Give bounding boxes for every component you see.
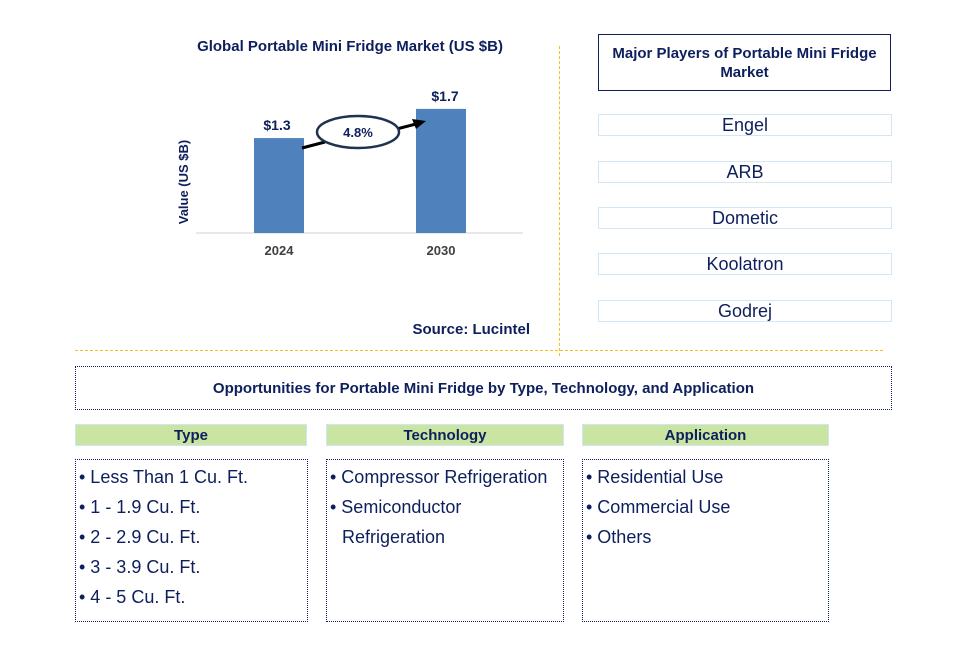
data-label: $1.3 (263, 117, 290, 133)
technology-header: Technology (326, 424, 564, 446)
x-tick-label: 2024 (265, 243, 295, 258)
player-item: Godrej (598, 300, 892, 322)
player-item: Dometic (598, 207, 892, 229)
player-item: Koolatron (598, 253, 892, 275)
chart-title: Global Portable Mini Fridge Market (US $… (197, 38, 503, 55)
source-label: Source: Lucintel (412, 321, 530, 338)
type-item: • 3 - 3.9 Cu. Ft. (79, 557, 201, 577)
application-item: • Residential Use (586, 467, 724, 487)
vertical-divider (559, 46, 560, 356)
type-item: • 4 - 5 Cu. Ft. (79, 587, 186, 607)
type-item: • 1 - 1.9 Cu. Ft. (79, 497, 201, 517)
bar-2030 (416, 108, 466, 233)
type-header: Type (75, 424, 307, 446)
application-list: • Residential Use • Commercial Use • Oth… (582, 459, 829, 622)
player-item: ARB (598, 161, 892, 183)
cagr-arrow-left (301, 140, 326, 150)
horizontal-divider (75, 350, 883, 351)
application-item: • Others (586, 527, 652, 547)
data-label: $1.7 (431, 88, 458, 104)
opportunities-title: Opportunities for Portable Mini Fridge b… (75, 366, 892, 410)
application-item: • Commercial Use (586, 497, 731, 517)
technology-item: • Compressor Refrigeration (330, 467, 548, 487)
type-list: • Less Than 1 Cu. Ft. • 1 - 1.9 Cu. Ft. … (75, 459, 308, 622)
bar-chart: Value (US $B) $1.3 2024 $1.7 2030 4.8% (176, 88, 523, 258)
players-title: Major Players of Portable Mini Fridge Ma… (598, 34, 891, 91)
cagr-label: 4.8% (343, 125, 373, 140)
technology-item: • Semiconductor Refrigeration (330, 497, 462, 547)
player-item: Engel (598, 114, 892, 136)
type-item: • 2 - 2.9 Cu. Ft. (79, 527, 201, 547)
technology-list: • Compressor Refrigeration • Semiconduct… (326, 459, 564, 622)
bar-2024 (254, 138, 304, 233)
type-item: • Less Than 1 Cu. Ft. (79, 467, 249, 487)
x-tick-label: 2030 (427, 243, 456, 258)
application-header: Application (582, 424, 829, 446)
y-axis-label: Value (US $B) (176, 140, 191, 225)
